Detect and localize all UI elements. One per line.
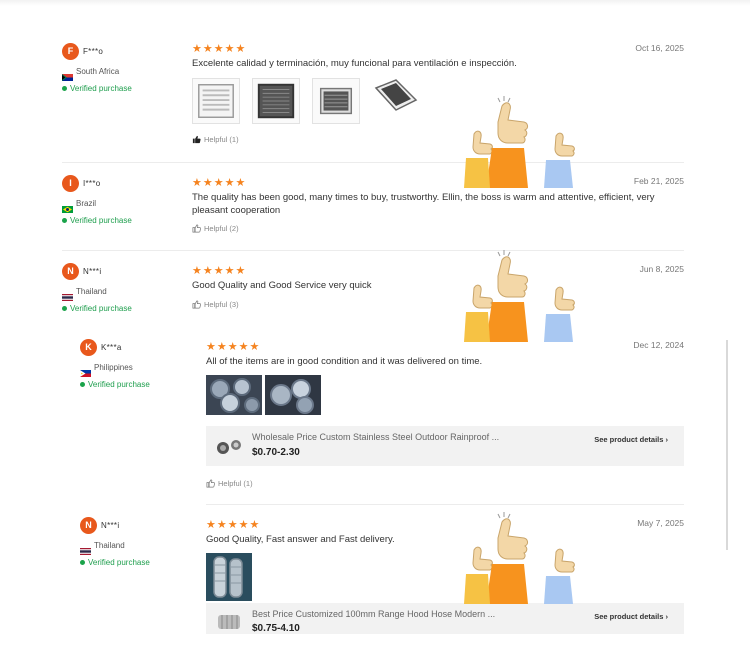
reviewer-info: I I***o Brazil Verified purchase [62, 174, 187, 227]
scroll-edge [726, 340, 728, 550]
helpful-count: Helpful (3) [204, 300, 239, 309]
reviewer-info: N N***i Thailand Verified purchase [62, 262, 187, 315]
thumbs-up-hands-icon [464, 96, 575, 188]
review-divider [206, 504, 684, 505]
helpful-button[interactable]: Helpful (3) [192, 300, 239, 309]
review-date: Feb 21, 2025 [633, 176, 684, 186]
avatar: F [62, 42, 79, 60]
reviewer-country: Thailand [94, 540, 125, 550]
verified-icon [62, 217, 67, 223]
verified-icon [80, 381, 85, 387]
chevron-right-icon: › [665, 435, 669, 444]
avatar: N [80, 516, 97, 534]
reviewer-info: K K***a Philippines Verified purchase [80, 338, 205, 391]
thumbs-up-icon [192, 224, 201, 233]
flag-thailand-icon [80, 542, 91, 555]
reviewer-info: N N***i Thailand Verified purchase [80, 516, 205, 569]
reviewer-name: I***o [83, 178, 101, 188]
star-rating: ★★★★★ [206, 341, 261, 353]
thumbs-up-icon [206, 479, 215, 488]
reviewer-name: F***o [83, 46, 104, 56]
product-price: $0.75-4.10 [252, 623, 300, 634]
review-photo[interactable] [372, 78, 420, 124]
review-photo[interactable] [206, 375, 262, 415]
verified-purchase-label: Verified purchase [88, 379, 150, 389]
review-date: May 7, 2025 [637, 518, 684, 528]
star-rating: ★★★★★ [192, 43, 247, 55]
product-thumbnail [210, 431, 248, 461]
flag-philippines-icon [80, 364, 91, 377]
review-text: Good Quality and Good Service very quick [192, 280, 372, 291]
reviewer-name: N***i [101, 520, 120, 530]
reviewer-name: N***i [83, 266, 102, 276]
reviewer-country: Philippines [94, 362, 133, 372]
thumbs-up-icon [192, 300, 201, 309]
verified-icon [62, 305, 67, 311]
review-text: The quality has been good, many times to… [192, 192, 655, 216]
reviewer-info: F F***o South Africa Verified purchase [62, 42, 187, 95]
review-text: Excelente calidad y terminación, muy fun… [192, 58, 517, 69]
avatar: K [80, 338, 97, 356]
product-card[interactable]: Wholesale Price Custom Stainless Steel O… [206, 426, 684, 466]
avatar: I [62, 174, 79, 192]
product-price: $0.70-2.30 [252, 447, 300, 458]
review-photo[interactable] [252, 78, 300, 124]
review-photo[interactable] [206, 553, 252, 601]
review-photo[interactable] [312, 78, 360, 124]
review-text: Good Quality, Fast answer and Fast deliv… [206, 534, 395, 545]
review-date: Oct 16, 2025 [635, 43, 684, 53]
verified-purchase-label: Verified purchase [70, 303, 132, 313]
verified-purchase-label: Verified purchase [70, 83, 132, 93]
flag-brazil-icon [62, 200, 73, 213]
review-divider [62, 250, 684, 251]
chevron-right-icon: › [665, 612, 669, 621]
helpful-button[interactable]: Helpful (1) [206, 479, 253, 488]
see-product-details-link[interactable]: See product details › [594, 612, 668, 621]
reviewer-country: Brazil [76, 198, 97, 208]
review-photo[interactable] [265, 375, 321, 415]
star-rating: ★★★★★ [206, 519, 261, 531]
review-item: F F***o South Africa Verified purchase ★… [62, 40, 684, 162]
avatar: N [62, 262, 79, 280]
helpful-count: Helpful (1) [204, 135, 239, 144]
review-date: Dec 12, 2024 [633, 340, 684, 350]
helpful-count: Helpful (2) [204, 224, 239, 233]
helpful-count: Helpful (1) [218, 479, 253, 488]
product-card[interactable]: Best Price Customized 100mm Range Hood H… [206, 603, 684, 634]
product-title: Wholesale Price Custom Stainless Steel O… [252, 432, 500, 442]
star-rating: ★★★★★ [192, 265, 247, 277]
verified-icon [62, 85, 67, 91]
reviewer-country: South Africa [76, 66, 120, 76]
review-item: I I***o Brazil Verified purchase ★★★★★ T… [62, 172, 684, 248]
review-date: Jun 8, 2025 [639, 264, 684, 274]
review-photo[interactable] [192, 78, 240, 124]
top-fade-bar [0, 0, 750, 6]
product-thumbnail [210, 607, 248, 634]
product-title: Best Price Customized 100mm Range Hood H… [252, 609, 496, 619]
thumbs-up-icon [192, 135, 201, 144]
helpful-button[interactable]: Helpful (1) [192, 135, 239, 144]
review-item: N N***i Thailand Verified purchase ★★★★★… [80, 514, 684, 634]
reviewer-name: K***a [101, 342, 122, 352]
verified-purchase-label: Verified purchase [70, 215, 132, 225]
see-product-details-link[interactable]: See product details › [594, 435, 668, 444]
review-item: K K***a Philippines Verified purchase ★★… [80, 336, 684, 494]
flag-south-africa-icon [62, 68, 73, 81]
thumbs-up-hands-icon [464, 512, 575, 604]
verified-purchase-label: Verified purchase [88, 557, 150, 567]
review-text: All of the items are in good condition a… [206, 356, 483, 367]
flag-thailand-icon [62, 288, 73, 301]
review-item: N N***i Thailand Verified purchase ★★★★★… [62, 260, 684, 320]
review-divider [62, 162, 684, 163]
reviewer-country: Thailand [76, 286, 107, 296]
verified-icon [80, 559, 85, 565]
star-rating: ★★★★★ [192, 177, 247, 189]
helpful-button[interactable]: Helpful (2) [192, 224, 239, 233]
thumbs-up-hands-icon [464, 250, 575, 342]
